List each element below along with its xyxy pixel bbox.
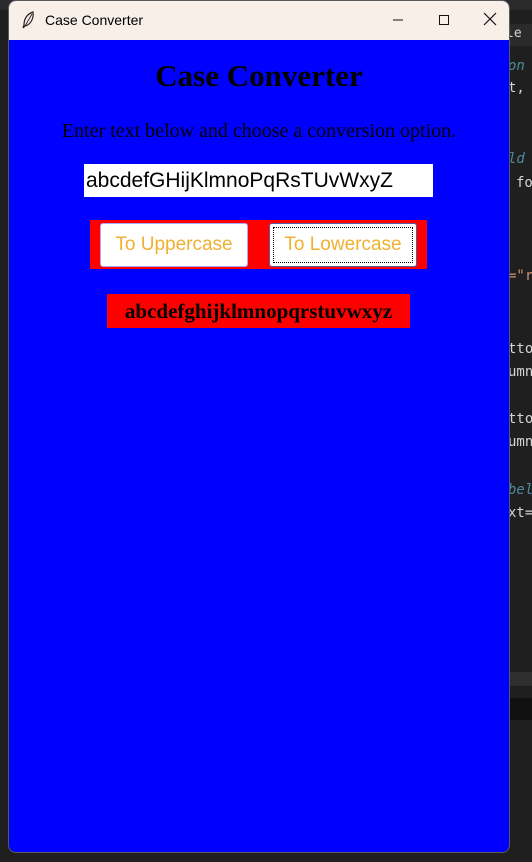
maximize-button[interactable] (421, 1, 467, 40)
app-content: Case Converter Enter text below and choo… (9, 40, 509, 852)
result-label: abcdefghijklmnopqrstuvwxyz (107, 294, 410, 328)
close-button[interactable] (467, 1, 509, 40)
to-uppercase-button[interactable]: To Uppercase (100, 223, 248, 267)
editor-panel-divider (508, 672, 532, 686)
code-line: umn (508, 364, 532, 380)
code-line: ld (508, 151, 525, 167)
case-converter-window: Case Converter Case Converter Enter text… (9, 1, 509, 852)
title-bar[interactable]: Case Converter (9, 1, 509, 40)
code-line: xt= (508, 505, 532, 521)
to-lowercase-button[interactable]: To Lowercase (269, 223, 417, 267)
close-icon (483, 12, 497, 29)
code-line: bel (508, 482, 532, 498)
text-input[interactable] (84, 164, 433, 197)
code-line: tto (508, 341, 532, 357)
window-title: Case Converter (45, 12, 144, 28)
lowercase-button-frame: To Lowercase (249, 220, 427, 269)
code-line: tto (508, 411, 532, 427)
to-uppercase-label: To Uppercase (115, 234, 233, 255)
code-line: umn (508, 434, 532, 450)
editor-status-panel (508, 698, 532, 720)
instructions-label: Enter text below and choose a conversion… (61, 120, 457, 142)
feather-icon (21, 11, 37, 29)
code-line: on (508, 58, 525, 74)
maximize-icon (438, 13, 450, 29)
code-line: fo (516, 175, 532, 191)
code-line: ="r (508, 268, 532, 284)
focus-ring (273, 227, 413, 263)
app-heading: Case Converter (155, 58, 363, 93)
minimize-button[interactable] (375, 1, 421, 40)
code-line: t, (508, 80, 525, 96)
uppercase-button-frame: To Uppercase (90, 220, 268, 269)
minimize-icon (392, 13, 404, 29)
